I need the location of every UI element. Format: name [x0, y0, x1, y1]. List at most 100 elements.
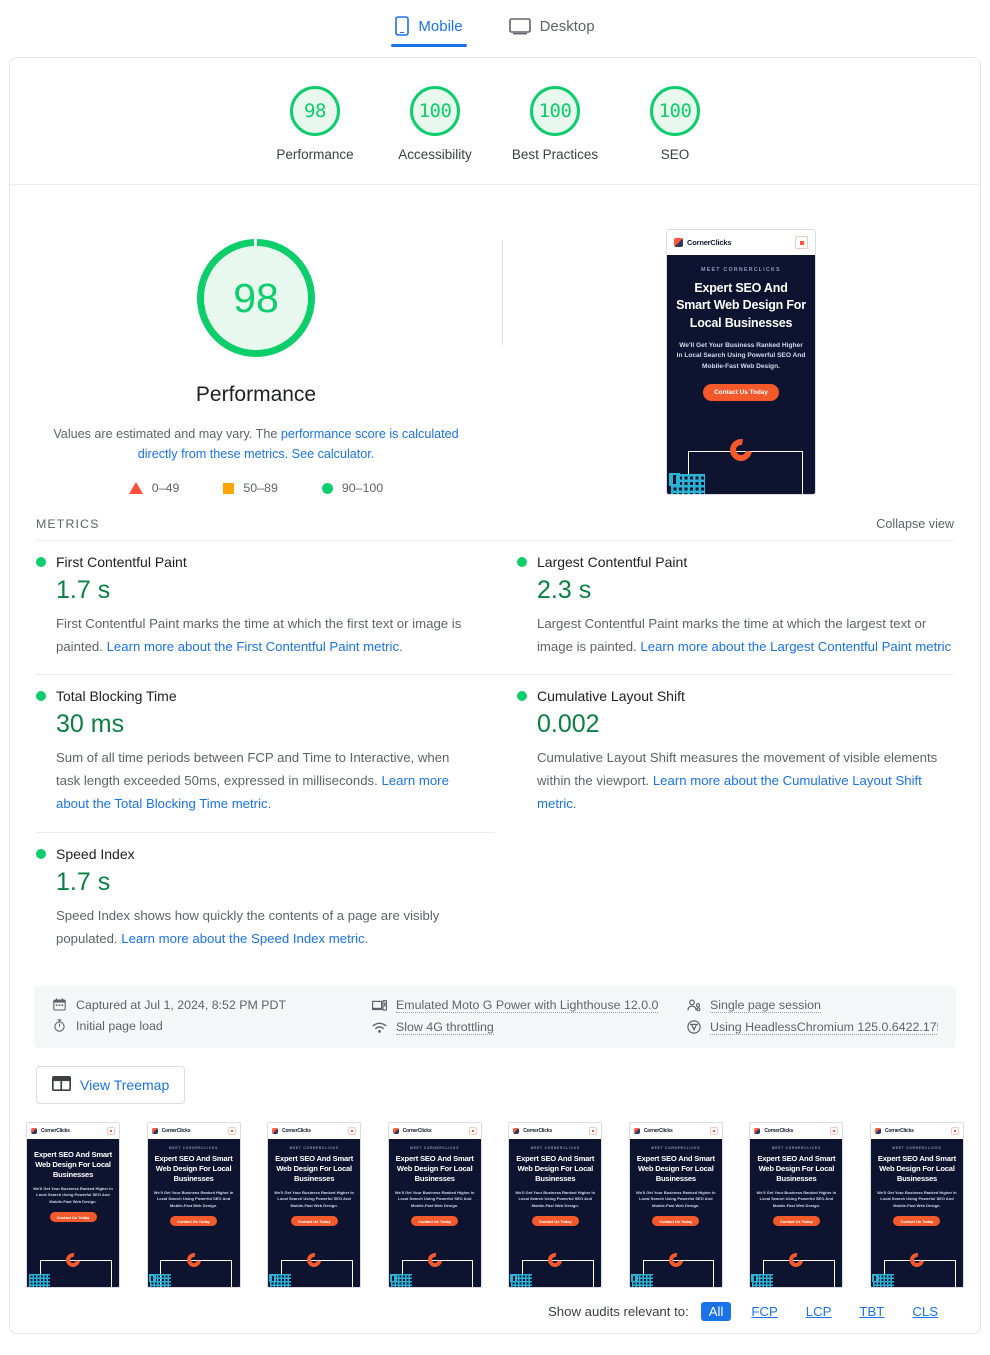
metric-description-suffix: . [364, 930, 369, 946]
filmstrip-frame[interactable]: CornerClicks Expert SEO And Smart Web Des… [26, 1121, 120, 1288]
env-user-agent: Using HeadlessChromium 125.0.6422.175 wi… [686, 1020, 938, 1035]
metric-value: 1.7 s [56, 867, 111, 896]
tab-desktop[interactable]: Desktop [505, 0, 599, 52]
metric-learn-more-link[interactable]: Learn more about the Largest Contentful … [640, 639, 951, 654]
filmstrip-frame[interactable]: CornerClicks MEET CORNERCLICKS Expert SEO … [628, 1121, 723, 1288]
metric-cumulative-layout-shift[interactable]: Cumulative Layout Shift 0.002 Cumulative… [495, 674, 954, 831]
filmstrip-frame[interactable]: CornerClicks MEET CORNERCLICKS Expert SEO … [387, 1121, 482, 1288]
screenshot-hero: MEET CORNERCLICKS Expert SEO And Smart We… [388, 1138, 481, 1287]
screenshot-hero: MEET CORNERCLICKS Expert SEO And Smart We… [629, 1138, 722, 1287]
screenshot-body: We'll Get Your Business Ranked Higher In… [153, 1189, 234, 1208]
final-screenshot[interactable]: CornerClicks MEET CORNERCLICKS Expert SE… [666, 229, 816, 495]
screenshot-body: We'll Get Your Business Ranked Higher In… [33, 1185, 113, 1204]
filmstrip-frame[interactable]: CornerClicks MEET CORNERCLICKS Expert SEO … [869, 1121, 964, 1288]
metric-description: Largest Contentful Paint marks the time … [537, 612, 954, 658]
metric-name: Total Blocking Time [56, 688, 177, 705]
view-treemap-button[interactable]: View Treemap [36, 1065, 186, 1104]
screenshot-headline: Expert SEO And Smart Web Design For Loca… [757, 1153, 836, 1184]
metric-speed-index[interactable]: Speed Index 1.7 s Speed Index shows how … [36, 831, 495, 966]
metric-name: First Contentful Paint [56, 554, 187, 571]
screenshot-eyebrow: MEET CORNERCLICKS [771, 1145, 821, 1150]
score-performance[interactable]: 98 Performance [255, 86, 375, 162]
hamburger-menu-icon [107, 1126, 115, 1135]
env-text[interactable]: Single page session [710, 998, 821, 1013]
hamburger-menu-icon [348, 1126, 357, 1135]
cornerclicks-logo-icon [31, 1127, 37, 1134]
screenshot-navbar: CornerClicks [750, 1122, 843, 1139]
screenshot-cta-button: Contact Us Today [531, 1216, 579, 1227]
metric-largest-contentful-paint[interactable]: Largest Contentful Paint 2.3 s Largest C… [495, 540, 954, 674]
person-shape [269, 1273, 277, 1282]
tab-mobile-label: Mobile [418, 17, 463, 35]
filmstrip-frame[interactable]: CornerClicks MEET CORNERCLICKS Expert SEO … [267, 1121, 362, 1288]
collapse-view-toggle[interactable]: Collapse view [876, 517, 954, 531]
env-page-load: Initial page load [52, 1019, 372, 1033]
screenshot-headline: Expert SEO And Smart Web Design For Loca… [154, 1153, 233, 1184]
filmstrip-frame[interactable]: CornerClicks MEET CORNERCLICKS Expert SEO … [508, 1121, 603, 1288]
performance-gauge: 98 [197, 239, 315, 357]
screenshot-brand: CornerClicks [874, 1127, 914, 1134]
person-shape [751, 1273, 759, 1282]
cornerclicks-logo-icon [392, 1127, 399, 1134]
crowd-shape [29, 1273, 50, 1287]
metric-total-blocking-time[interactable]: Total Blocking Time 30 ms Sum of all tim… [36, 674, 495, 831]
metric-learn-more-link[interactable]: Learn more about the First Contentful Pa… [107, 639, 399, 654]
screenshot-eyebrow: MEET CORNERCLICKS [651, 1145, 701, 1150]
metrics-grid: First Contentful Paint 1.7 s First Conte… [10, 540, 980, 976]
cornerclicks-logo-icon [633, 1127, 640, 1134]
filmstrip: CornerClicks Expert SEO And Smart Web Des… [10, 1104, 980, 1288]
audit-filter-all[interactable]: All [700, 1301, 732, 1321]
calendar-icon [52, 998, 67, 1011]
filmstrip-frame[interactable]: CornerClicks MEET CORNERCLICKS Expert SEO … [749, 1121, 844, 1288]
screenshot-headline: Expert SEO And Smart Web Design For Loca… [33, 1149, 112, 1180]
screenshot-cta-button: Contact Us Today [411, 1216, 459, 1227]
network-icon [372, 1021, 387, 1034]
screenshot-eyebrow: MEET CORNERCLICKS [169, 1145, 219, 1150]
audit-filter-tbt[interactable]: TBT [851, 1302, 892, 1321]
see-calculator-link[interactable]: See calculator. [292, 447, 375, 461]
audit-filter-fcp[interactable]: FCP [743, 1302, 785, 1321]
metric-value: 1.7 s [56, 576, 111, 605]
filmstrip-frame[interactable]: CornerClicks MEET CORNERCLICKS Expert SEO … [146, 1121, 241, 1288]
screenshot-cta-button: Contact Us Today [49, 1212, 97, 1223]
screenshot-brand-name: CornerClicks [884, 1127, 914, 1134]
screenshot-navbar: CornerClicks [388, 1122, 481, 1139]
person-shape [389, 1273, 397, 1282]
screenshot-brand-name: CornerClicks [687, 238, 732, 247]
score-best-practices[interactable]: 100 Best Practices [495, 86, 615, 162]
pass-status-icon [36, 691, 46, 702]
cornerclicks-logo-icon [874, 1127, 881, 1134]
hamburger-menu-icon [589, 1126, 598, 1135]
metric-first-contentful-paint[interactable]: First Contentful Paint 1.7 s First Conte… [36, 540, 495, 674]
pass-status-icon [36, 557, 46, 568]
screenshot-eyebrow: MEET CORNERCLICKS [289, 1145, 339, 1150]
score-seo[interactable]: 100 SEO [615, 86, 735, 162]
screenshot-navbar: CornerClicks [268, 1122, 361, 1139]
audit-filter-cls[interactable]: CLS [904, 1302, 946, 1321]
env-text[interactable]: Emulated Moto G Power with Lighthouse 12… [396, 998, 659, 1013]
metric-placeholder [495, 832, 954, 966]
legend-range: 50–89 [243, 481, 278, 496]
hamburger-menu-icon [468, 1126, 477, 1135]
metric-value: 0.002 [537, 710, 600, 739]
screenshot-cta-button: Contact Us Today [703, 383, 779, 401]
screenshot-headline: Expert SEO And Smart Web Design For Loca… [676, 281, 806, 330]
env-text: Initial page load [76, 1018, 163, 1033]
tab-desktop-label: Desktop [539, 17, 595, 35]
audit-filter-lcp[interactable]: LCP [798, 1302, 840, 1321]
hamburger-menu-icon [227, 1126, 236, 1135]
hamburger-menu-icon [950, 1126, 959, 1135]
metric-name: Speed Index [56, 845, 135, 862]
screenshot-brand: CornerClicks [392, 1127, 432, 1134]
env-text[interactable]: Slow 4G throttling [396, 1020, 494, 1035]
env-text[interactable]: Using HeadlessChromium 125.0.6422.175 wi… [710, 1020, 938, 1035]
screenshot-hero: Expert SEO And Smart Web Design For Loca… [27, 1138, 119, 1287]
tab-mobile[interactable]: Mobile [391, 0, 467, 52]
metric-header: Cumulative Layout Shift [517, 688, 954, 704]
screenshot-brand-name: CornerClicks [402, 1127, 432, 1134]
metric-learn-more-link[interactable]: Learn more about the Speed Index metric [121, 931, 364, 946]
score-accessibility[interactable]: 100 Accessibility [375, 86, 495, 162]
screenshot-brand-name: CornerClicks [643, 1127, 673, 1134]
screenshot-cta-button: Contact Us Today [772, 1216, 820, 1227]
screenshot-illustration [389, 1250, 481, 1287]
